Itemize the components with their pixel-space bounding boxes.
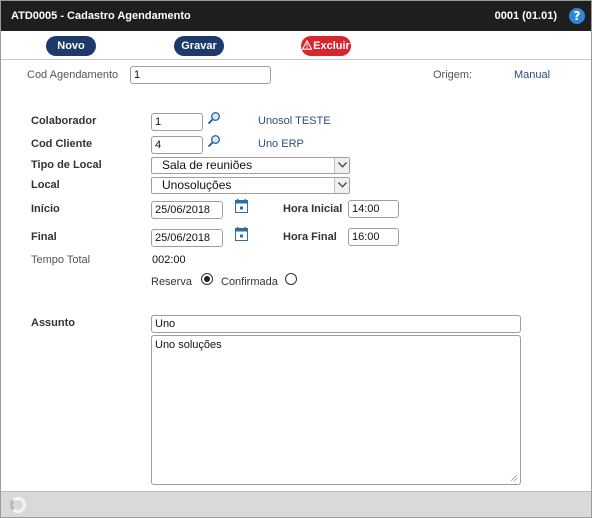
tempo-total-label: Tempo Total — [31, 254, 91, 266]
excluir-button[interactable]: Excluir — [301, 36, 351, 56]
hora-inicial-input[interactable]: 14:00 — [348, 200, 399, 218]
confirmada-label: Confirmada — [221, 276, 278, 288]
excluir-label: Excluir — [313, 40, 350, 52]
help-icon[interactable]: ? — [569, 8, 585, 24]
window: ATD0005 - Cadastro Agendamento 0001 (01.… — [0, 0, 592, 518]
hora-final-label: Hora Final — [283, 231, 337, 243]
tipo-local-select[interactable]: Sala de reuniões — [151, 157, 350, 174]
calendar-icon[interactable] — [235, 227, 248, 241]
cod-agendamento-input[interactable]: 1 — [130, 66, 271, 84]
inicio-date-input[interactable]: 25/06/2018 — [151, 201, 223, 219]
confirmada-radio[interactable] — [285, 273, 297, 285]
chevron-down-icon[interactable] — [334, 158, 349, 173]
inicio-label: Início — [31, 203, 60, 215]
local-select[interactable]: Unosoluções — [151, 177, 350, 194]
loading-spinner-icon — [10, 497, 26, 513]
local-value: Unosoluções — [162, 178, 232, 192]
colaborador-label: Colaborador — [31, 115, 97, 127]
tipo-local-label: Tipo de Local — [31, 159, 102, 171]
local-label: Local — [31, 179, 60, 191]
hora-inicial-label: Hora Inicial — [283, 203, 343, 215]
status-bar — [1, 491, 591, 517]
novo-button[interactable]: Novo — [46, 36, 96, 56]
search-cliente-icon[interactable] — [207, 134, 221, 148]
colaborador-name: Unosol TESTE — [258, 115, 331, 127]
colaborador-input[interactable]: 1 — [151, 113, 203, 131]
assunto-input[interactable]: Uno — [151, 315, 521, 333]
hora-final-input[interactable]: 16:00 — [348, 228, 399, 246]
calendar-icon[interactable] — [235, 199, 248, 213]
descricao-text: Uno soluções — [155, 339, 222, 351]
page-title: ATD0005 - Cadastro Agendamento — [11, 10, 191, 22]
gravar-button[interactable]: Gravar — [174, 36, 224, 56]
cod-cliente-input[interactable]: 4 — [151, 136, 203, 154]
origem-value: Manual — [514, 69, 551, 81]
cod-cliente-name: Uno ERP — [258, 138, 304, 150]
search-colaborador-icon[interactable] — [207, 111, 221, 125]
toolbar-divider — [1, 59, 591, 60]
tempo-total-value: 002:00 — [152, 254, 186, 266]
reserva-label: Reserva — [151, 276, 192, 288]
resize-grip-icon[interactable] — [510, 474, 518, 482]
form-code: 0001 (01.01) — [494, 10, 557, 22]
title-bar: ATD0005 - Cadastro Agendamento 0001 (01.… — [1, 1, 591, 31]
assunto-label: Assunto — [31, 317, 75, 329]
final-label: Final — [31, 231, 57, 243]
final-date-input[interactable]: 25/06/2018 — [151, 229, 223, 247]
chevron-down-icon[interactable] — [334, 178, 349, 193]
tipo-local-value: Sala de reuniões — [162, 158, 253, 172]
origem-label: Origem: — [433, 69, 473, 81]
cod-cliente-label: Cod Cliente — [31, 138, 93, 150]
cod-agendamento-label: Cod Agendamento — [27, 69, 119, 81]
descricao-textarea[interactable]: Uno soluções — [151, 335, 521, 485]
warning-icon — [302, 40, 313, 50]
reserva-radio[interactable] — [201, 273, 213, 285]
